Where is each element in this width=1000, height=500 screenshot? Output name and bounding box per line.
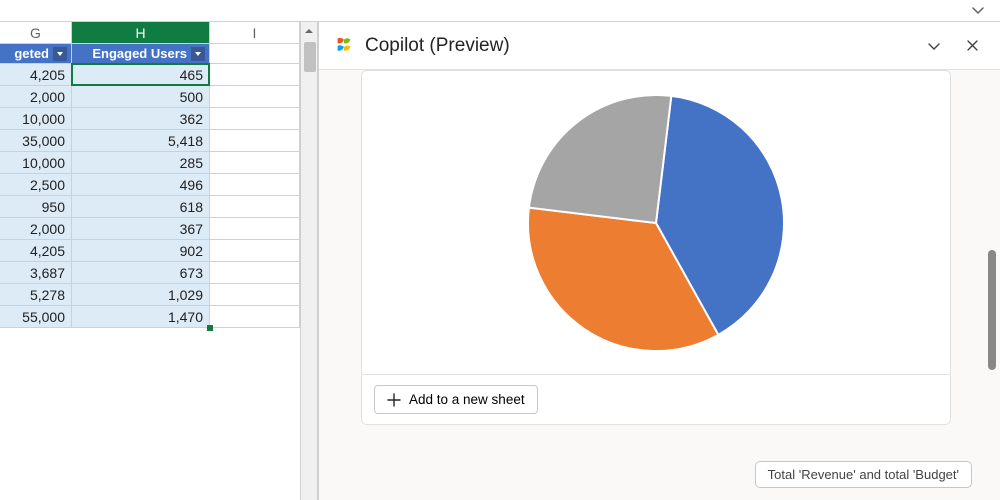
table-row: 2,000367 xyxy=(0,218,300,240)
table-row: 3,687673 xyxy=(0,262,300,284)
cell[interactable]: 10,000 xyxy=(0,108,72,130)
column-header-H[interactable]: H xyxy=(72,22,210,44)
copilot-scrollbar-thumb[interactable] xyxy=(988,250,996,370)
scrollbar-thumb[interactable] xyxy=(304,42,316,72)
cell[interactable]: 1,470 xyxy=(72,306,210,328)
cell[interactable]: 285 xyxy=(72,152,210,174)
cell[interactable] xyxy=(210,174,300,196)
add-to-new-sheet-button[interactable]: Add to a new sheet xyxy=(374,385,538,414)
cell[interactable]: 55,000 xyxy=(0,306,72,328)
cell[interactable] xyxy=(210,196,300,218)
table-row: 4,205465 xyxy=(0,64,300,86)
cell[interactable]: 4,205 xyxy=(0,240,72,262)
filter-dropdown-icon[interactable] xyxy=(53,47,67,61)
cell[interactable]: 4,205 xyxy=(0,64,72,86)
pie-chart xyxy=(362,71,950,375)
table-header-engaged-users-label: Engaged Users xyxy=(92,46,187,61)
cell[interactable] xyxy=(210,240,300,262)
cell[interactable]: 362 xyxy=(72,108,210,130)
cell[interactable]: 367 xyxy=(72,218,210,240)
cell[interactable] xyxy=(210,64,300,86)
ribbon-collapse-chevron-icon[interactable] xyxy=(970,2,988,20)
table-row: 10,000362 xyxy=(0,108,300,130)
cell[interactable]: 2,500 xyxy=(0,174,72,196)
cell[interactable]: 5,418 xyxy=(72,130,210,152)
table-row: 35,0005,418 xyxy=(0,130,300,152)
cell[interactable]: 902 xyxy=(72,240,210,262)
cell[interactable] xyxy=(210,86,300,108)
scroll-up-button[interactable] xyxy=(301,22,317,40)
collapse-button[interactable] xyxy=(920,32,948,60)
copilot-pane: Copilot (Preview) Add to a new sheet Tot… xyxy=(318,22,1000,500)
column-header-I[interactable]: I xyxy=(210,22,300,44)
column-header-G[interactable]: G xyxy=(0,22,72,44)
cell[interactable]: 950 xyxy=(0,196,72,218)
table-row: 2,500496 xyxy=(0,174,300,196)
cell[interactable] xyxy=(210,306,300,328)
close-button[interactable] xyxy=(958,32,986,60)
cell[interactable] xyxy=(210,152,300,174)
table-row: 5,2781,029 xyxy=(0,284,300,306)
cell[interactable] xyxy=(210,108,300,130)
add-to-new-sheet-label: Add to a new sheet xyxy=(409,392,525,407)
copilot-scrollbar[interactable] xyxy=(988,90,996,460)
cell[interactable] xyxy=(210,130,300,152)
filter-dropdown-icon[interactable] xyxy=(191,47,205,61)
table-row: 2,000500 xyxy=(0,86,300,108)
table-header-engaged-users[interactable]: Engaged Users xyxy=(72,44,210,64)
cell[interactable]: 35,000 xyxy=(0,130,72,152)
cell[interactable]: 2,000 xyxy=(0,86,72,108)
cell[interactable]: 2,000 xyxy=(0,218,72,240)
table-row: 55,0001,470 xyxy=(0,306,300,328)
cell[interactable] xyxy=(210,218,300,240)
cell[interactable] xyxy=(210,284,300,306)
chart-card: Add to a new sheet xyxy=(361,70,951,425)
cell[interactable]: 465 xyxy=(72,64,210,86)
copilot-logo-icon xyxy=(333,35,355,57)
copilot-title: Copilot (Preview) xyxy=(365,35,910,57)
cell[interactable]: 10,000 xyxy=(0,152,72,174)
suggestion-text: Total 'Revenue' and total 'Budget' xyxy=(768,467,959,482)
cell[interactable]: 496 xyxy=(72,174,210,196)
cell[interactable]: 3,687 xyxy=(0,262,72,284)
suggestion-chip[interactable]: Total 'Revenue' and total 'Budget' xyxy=(755,461,972,488)
spreadsheet-grid[interactable]: GHI getedEngaged Users 4,2054652,0005001… xyxy=(0,22,300,500)
table-row: 4,205902 xyxy=(0,240,300,262)
cell[interactable]: 673 xyxy=(72,262,210,284)
plus-icon xyxy=(387,393,401,407)
cell[interactable]: 618 xyxy=(72,196,210,218)
cell[interactable]: 500 xyxy=(72,86,210,108)
table-row: 10,000285 xyxy=(0,152,300,174)
cell[interactable]: 1,029 xyxy=(72,284,210,306)
cell-blank[interactable] xyxy=(210,44,300,64)
vertical-scrollbar[interactable] xyxy=(300,22,318,500)
cell[interactable] xyxy=(210,262,300,284)
table-header-targeted[interactable]: geted xyxy=(0,44,72,64)
cell[interactable]: 5,278 xyxy=(0,284,72,306)
table-row: 950618 xyxy=(0,196,300,218)
table-header-targeted-label: geted xyxy=(14,46,49,61)
pie-slice xyxy=(529,95,671,223)
